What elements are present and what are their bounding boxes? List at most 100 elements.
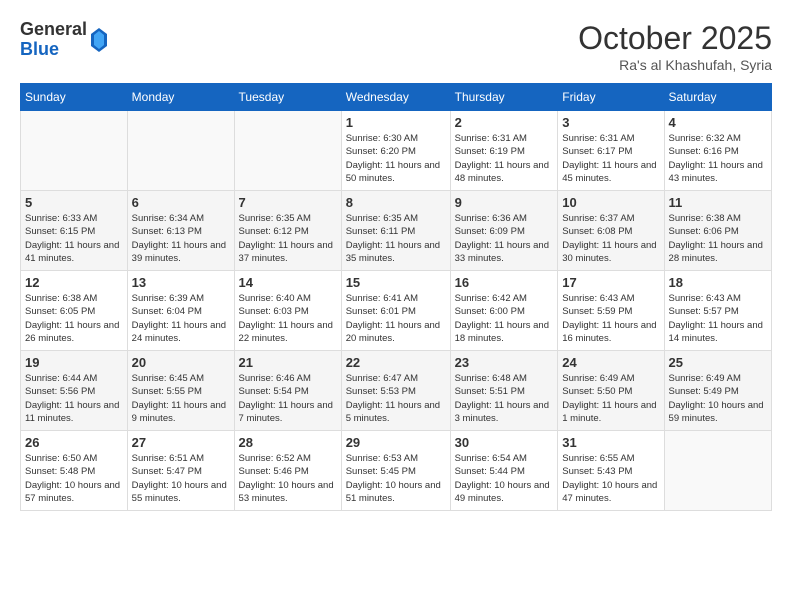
logo-blue-text: Blue (20, 40, 87, 60)
day-info: Sunrise: 6:37 AM Sunset: 6:08 PM Dayligh… (562, 212, 659, 265)
logo-icon (89, 26, 109, 54)
day-info: Sunrise: 6:43 AM Sunset: 5:57 PM Dayligh… (669, 292, 767, 345)
calendar-cell: 21 Sunrise: 6:46 AM Sunset: 5:54 PM Dayli… (234, 351, 341, 431)
calendar-cell (234, 111, 341, 191)
day-number: 26 (25, 435, 123, 450)
calendar-cell: 19Sunrise: 6:44 AM Sunset: 5:56 PM Dayli… (21, 351, 128, 431)
calendar-cell: 25 Sunrise: 6:49 AM Sunset: 5:49 PM Dayli… (664, 351, 771, 431)
day-number: 23 (455, 355, 554, 370)
calendar-week-row: 12Sunrise: 6:38 AM Sunset: 6:05 PM Dayli… (21, 271, 772, 351)
day-number: 22 (346, 355, 446, 370)
day-info: Sunrise: 6:44 AM Sunset: 5:56 PM Dayligh… (25, 372, 123, 425)
day-info: Sunrise: 6:53 AM Sunset: 5:45 PM Dayligh… (346, 452, 446, 505)
calendar-cell: 1 Sunrise: 6:30 AM Sunset: 6:20 PM Daylig… (341, 111, 450, 191)
day-number: 20 (132, 355, 230, 370)
day-number: 30 (455, 435, 554, 450)
day-number: 21 (239, 355, 337, 370)
weekday-header: Friday (558, 84, 664, 111)
calendar-cell: 18 Sunrise: 6:43 AM Sunset: 5:57 PM Dayli… (664, 271, 771, 351)
calendar-cell: 20 Sunrise: 6:45 AM Sunset: 5:55 PM Dayli… (127, 351, 234, 431)
calendar-cell (127, 111, 234, 191)
day-number: 6 (132, 195, 230, 210)
calendar-cell: 12Sunrise: 6:38 AM Sunset: 6:05 PM Dayli… (21, 271, 128, 351)
day-number: 10 (562, 195, 659, 210)
calendar-cell: 5 Sunrise: 6:33 AM Sunset: 6:15 PM Daylig… (21, 191, 128, 271)
day-number: 8 (346, 195, 446, 210)
calendar-cell: 27Sunrise: 6:51 AM Sunset: 5:47 PM Dayli… (127, 431, 234, 511)
day-info: Sunrise: 6:33 AM Sunset: 6:15 PM Dayligh… (25, 212, 123, 265)
weekday-header: Thursday (450, 84, 558, 111)
calendar-week-row: 5 Sunrise: 6:33 AM Sunset: 6:15 PM Daylig… (21, 191, 772, 271)
day-number: 28 (239, 435, 337, 450)
location: Ra's al Khashufah, Syria (578, 57, 772, 73)
calendar-cell: 6 Sunrise: 6:34 AM Sunset: 6:13 PM Daylig… (127, 191, 234, 271)
calendar-cell: 29 Sunrise: 6:53 AM Sunset: 5:45 PM Dayli… (341, 431, 450, 511)
day-number: 1 (346, 115, 446, 130)
day-number: 17 (562, 275, 659, 290)
day-number: 14 (239, 275, 337, 290)
day-info: Sunrise: 6:46 AM Sunset: 5:54 PM Dayligh… (239, 372, 337, 425)
page-header: General Blue October 2025 Ra's al Khashu… (20, 20, 772, 73)
weekday-header: Saturday (664, 84, 771, 111)
day-info: Sunrise: 6:32 AM Sunset: 6:16 PM Dayligh… (669, 132, 767, 185)
day-number: 12 (25, 275, 123, 290)
calendar-cell: 31 Sunrise: 6:55 AM Sunset: 5:43 PM Dayli… (558, 431, 664, 511)
calendar-cell: 4Sunrise: 6:32 AM Sunset: 6:16 PM Daylig… (664, 111, 771, 191)
calendar-cell: 28 Sunrise: 6:52 AM Sunset: 5:46 PM Dayli… (234, 431, 341, 511)
day-info: Sunrise: 6:34 AM Sunset: 6:13 PM Dayligh… (132, 212, 230, 265)
day-number: 11 (669, 195, 767, 210)
weekday-header: Monday (127, 84, 234, 111)
day-info: Sunrise: 6:41 AM Sunset: 6:01 PM Dayligh… (346, 292, 446, 345)
calendar-cell: 10 Sunrise: 6:37 AM Sunset: 6:08 PM Dayli… (558, 191, 664, 271)
calendar-cell: 26 Sunrise: 6:50 AM Sunset: 5:48 PM Dayli… (21, 431, 128, 511)
logo-general-text: General (20, 20, 87, 40)
day-number: 24 (562, 355, 659, 370)
day-info: Sunrise: 6:43 AM Sunset: 5:59 PM Dayligh… (562, 292, 659, 345)
calendar-week-row: 26 Sunrise: 6:50 AM Sunset: 5:48 PM Dayli… (21, 431, 772, 511)
day-info: Sunrise: 6:30 AM Sunset: 6:20 PM Dayligh… (346, 132, 446, 185)
calendar-cell: 9Sunrise: 6:36 AM Sunset: 6:09 PM Daylig… (450, 191, 558, 271)
calendar-cell (21, 111, 128, 191)
calendar-cell (664, 431, 771, 511)
calendar-cell: 13 Sunrise: 6:39 AM Sunset: 6:04 PM Dayli… (127, 271, 234, 351)
day-info: Sunrise: 6:55 AM Sunset: 5:43 PM Dayligh… (562, 452, 659, 505)
calendar-cell: 22Sunrise: 6:47 AM Sunset: 5:53 PM Dayli… (341, 351, 450, 431)
day-info: Sunrise: 6:52 AM Sunset: 5:46 PM Dayligh… (239, 452, 337, 505)
day-info: Sunrise: 6:54 AM Sunset: 5:44 PM Dayligh… (455, 452, 554, 505)
calendar-cell: 15 Sunrise: 6:41 AM Sunset: 6:01 PM Dayli… (341, 271, 450, 351)
day-info: Sunrise: 6:31 AM Sunset: 6:17 PM Dayligh… (562, 132, 659, 185)
day-number: 29 (346, 435, 446, 450)
day-info: Sunrise: 6:51 AM Sunset: 5:47 PM Dayligh… (132, 452, 230, 505)
day-number: 18 (669, 275, 767, 290)
day-info: Sunrise: 6:49 AM Sunset: 5:49 PM Dayligh… (669, 372, 767, 425)
calendar-table: SundayMondayTuesdayWednesdayThursdayFrid… (20, 83, 772, 511)
day-number: 13 (132, 275, 230, 290)
calendar-cell: 11 Sunrise: 6:38 AM Sunset: 6:06 PM Dayli… (664, 191, 771, 271)
calendar-cell: 23 Sunrise: 6:48 AM Sunset: 5:51 PM Dayli… (450, 351, 558, 431)
calendar-cell: 14Sunrise: 6:40 AM Sunset: 6:03 PM Dayli… (234, 271, 341, 351)
calendar-week-row: 1 Sunrise: 6:30 AM Sunset: 6:20 PM Daylig… (21, 111, 772, 191)
day-info: Sunrise: 6:38 AM Sunset: 6:06 PM Dayligh… (669, 212, 767, 265)
calendar-week-row: 19Sunrise: 6:44 AM Sunset: 5:56 PM Dayli… (21, 351, 772, 431)
day-number: 5 (25, 195, 123, 210)
day-info: Sunrise: 6:39 AM Sunset: 6:04 PM Dayligh… (132, 292, 230, 345)
day-number: 31 (562, 435, 659, 450)
logo: General Blue (20, 20, 109, 60)
day-info: Sunrise: 6:31 AM Sunset: 6:19 PM Dayligh… (455, 132, 554, 185)
day-number: 25 (669, 355, 767, 370)
calendar-cell: 2Sunrise: 6:31 AM Sunset: 6:19 PM Daylig… (450, 111, 558, 191)
day-info: Sunrise: 6:48 AM Sunset: 5:51 PM Dayligh… (455, 372, 554, 425)
calendar-cell: 16Sunrise: 6:42 AM Sunset: 6:00 PM Dayli… (450, 271, 558, 351)
weekday-header: Sunday (21, 84, 128, 111)
day-number: 15 (346, 275, 446, 290)
title-block: October 2025 Ra's al Khashufah, Syria (578, 20, 772, 73)
day-info: Sunrise: 6:36 AM Sunset: 6:09 PM Dayligh… (455, 212, 554, 265)
day-info: Sunrise: 6:50 AM Sunset: 5:48 PM Dayligh… (25, 452, 123, 505)
day-info: Sunrise: 6:35 AM Sunset: 6:11 PM Dayligh… (346, 212, 446, 265)
weekday-header: Wednesday (341, 84, 450, 111)
day-number: 7 (239, 195, 337, 210)
weekday-header-row: SundayMondayTuesdayWednesdayThursdayFrid… (21, 84, 772, 111)
day-info: Sunrise: 6:49 AM Sunset: 5:50 PM Dayligh… (562, 372, 659, 425)
calendar-cell: 24 Sunrise: 6:49 AM Sunset: 5:50 PM Dayli… (558, 351, 664, 431)
day-info: Sunrise: 6:45 AM Sunset: 5:55 PM Dayligh… (132, 372, 230, 425)
